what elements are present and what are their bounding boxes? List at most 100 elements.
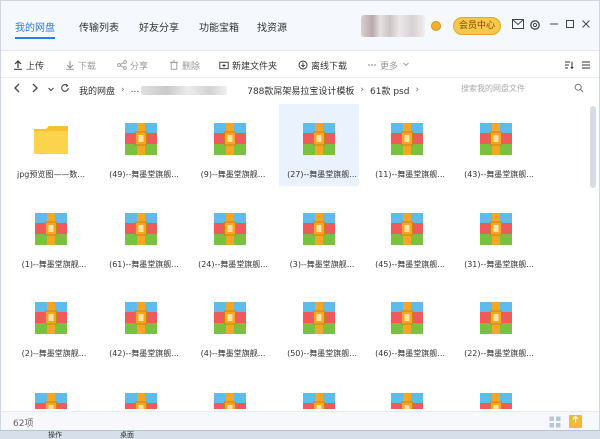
tab-find-resources[interactable]: 找资源 [257, 19, 287, 39]
breadcrumb-separator-icon: › [121, 85, 125, 95]
archive-file-icon [122, 299, 160, 337]
download-icon [65, 60, 75, 70]
tab-friend-share[interactable]: 好友分享 [139, 19, 179, 39]
file-item[interactable]: (50)--舞墨堂旗舰... [279, 283, 359, 365]
forward-icon[interactable] [29, 83, 41, 97]
file-item[interactable]: (27)--舞墨堂旗舰... [279, 104, 359, 186]
folder-item[interactable]: jpg预览图——数... [11, 104, 91, 186]
close-icon[interactable] [579, 19, 593, 33]
file-item[interactable]: (9)--舞墨堂旗舰... [190, 104, 270, 186]
chevron-down-icon [401, 60, 411, 70]
archive-file-icon [300, 299, 338, 337]
archive-file-icon [211, 210, 249, 248]
file-name: (11)--舞墨堂旗舰... [375, 170, 445, 179]
tab-toolbox[interactable]: 功能宝箱 [199, 19, 239, 39]
member-center-button[interactable]: 会员中心 [453, 17, 501, 35]
delete-button[interactable]: 删除 [169, 58, 200, 72]
archive-file-icon [211, 299, 249, 337]
file-grid: jpg预览图——数... (49)--舞墨堂旗舰... (9)--舞墨堂旗舰... (… [1, 104, 599, 409]
file-item[interactable]: (61)--舞墨堂旗舰... [101, 194, 181, 276]
delete-label: 删除 [182, 61, 201, 72]
file-item[interactable]: (31)--舞墨堂旗舰... [456, 194, 536, 276]
netdisk-window: 我的网盘 传输列表 好友分享 功能宝箱 找资源 会员中心 上传 下载 分享 删除… [0, 0, 600, 439]
tab-my-netdisk[interactable]: 我的网盘 [15, 19, 55, 39]
upload-button[interactable]: 上传 [13, 58, 44, 72]
thumbnail-view-icon[interactable] [549, 416, 561, 428]
taskbar: 操作 桌面 [0, 430, 600, 439]
list-view-button[interactable] [581, 58, 591, 72]
minimize-icon[interactable] [547, 19, 561, 33]
archive-file-icon [477, 299, 515, 337]
breadcrumb: 我的网盘 › ... 788款屌架易拉宝设计模板 › 61款 psd › [79, 83, 425, 97]
settings-icon[interactable] [528, 19, 542, 33]
vertical-scrollbar[interactable] [589, 104, 597, 409]
file-item[interactable]: (24)--舞墨堂旗舰... [190, 194, 270, 276]
breadcrumb-parent[interactable]: 788款屌架易拉宝设计模板 [247, 84, 354, 97]
file-item[interactable] [367, 374, 447, 409]
new-folder-icon [219, 60, 229, 70]
archive-file-icon [477, 210, 515, 248]
back-icon[interactable] [11, 83, 23, 97]
breadcrumb-current[interactable]: 61款 psd [370, 84, 409, 97]
download-label: 下载 [78, 61, 97, 72]
archive-file-icon [477, 390, 515, 409]
file-name: (24)--舞墨堂旗舰... [198, 260, 268, 269]
download-button[interactable]: 下载 [65, 58, 96, 72]
breadcrumb-blurred-segment [141, 85, 228, 95]
file-item[interactable]: (3)--舞墨堂旗舰... [279, 194, 359, 276]
file-name: (49)--舞墨堂旗舰... [109, 170, 179, 179]
sort-button[interactable] [564, 58, 574, 72]
file-item[interactable]: (46)--舞墨堂旗舰... [367, 283, 447, 365]
more-button[interactable]: 更多 [367, 58, 411, 72]
file-item[interactable]: (1)--舞墨堂旗舰... [11, 194, 91, 276]
taskbar-item[interactable]: 桌面 [120, 431, 134, 439]
trash-icon [169, 60, 179, 70]
archive-file-icon [122, 120, 160, 158]
archive-file-icon [388, 299, 426, 337]
file-name: jpg预览图——数... [16, 170, 85, 179]
file-item[interactable]: (42)--舞墨堂旗舰... [101, 283, 181, 365]
search-input[interactable]: 搜索我的网盘文件 [461, 83, 525, 94]
vip-badge-icon [431, 21, 441, 31]
file-name: (2)--舞墨堂旗舰... [21, 349, 87, 358]
archive-file-icon [388, 390, 426, 409]
tab-transfer-list[interactable]: 传输列表 [79, 19, 119, 39]
archive-file-icon [300, 120, 338, 158]
offline-download-button[interactable]: 离线下载 [298, 58, 347, 72]
file-item[interactable]: (43)--舞墨堂旗舰... [456, 104, 536, 186]
file-name: (9)--舞墨堂旗舰... [200, 170, 266, 179]
mail-icon[interactable] [511, 19, 525, 33]
avatar[interactable] [361, 15, 425, 37]
maximize-icon[interactable] [563, 19, 577, 33]
file-item[interactable]: (11)--舞墨堂旗舰... [367, 104, 447, 186]
toolbar: 上传 下载 分享 删除 新建文件夹 离线下载 更多 [1, 52, 599, 78]
file-item[interactable] [190, 374, 270, 409]
file-item[interactable] [279, 374, 359, 409]
breadcrumb-root[interactable]: 我的网盘 [79, 84, 115, 97]
file-name: (45)--舞墨堂旗舰... [375, 260, 445, 269]
file-item[interactable]: (22)--舞墨堂旗舰... [456, 283, 536, 365]
file-item[interactable] [11, 374, 91, 409]
upload-label: 上传 [26, 61, 45, 72]
upload-up-icon[interactable] [569, 415, 582, 428]
file-item[interactable] [456, 374, 536, 409]
archive-file-icon [388, 120, 426, 158]
upload-icon [13, 60, 23, 70]
file-name: (27)--舞墨堂旗舰... [287, 170, 357, 179]
breadcrumb-ellipsis[interactable]: ... [131, 85, 140, 95]
file-item[interactable]: (4)--舞墨堂旗舰... [190, 283, 270, 365]
file-item[interactable]: (2)--舞墨堂旗舰... [11, 283, 91, 365]
scrollbar-thumb[interactable] [590, 106, 596, 188]
list-view-icon [581, 60, 591, 70]
file-item[interactable] [101, 374, 181, 409]
search-icon[interactable] [573, 83, 585, 97]
file-name: (42)--舞墨堂旗舰... [109, 349, 179, 358]
file-item[interactable]: (45)--舞墨堂旗舰... [367, 194, 447, 276]
taskbar-item[interactable]: 操作 [48, 431, 62, 439]
dropdown-icon[interactable] [45, 83, 57, 97]
refresh-icon[interactable] [59, 83, 71, 97]
share-button[interactable]: 分享 [117, 58, 148, 72]
item-count: 62项 [13, 419, 34, 429]
file-item[interactable]: (49)--舞墨堂旗舰... [101, 104, 181, 186]
new-folder-button[interactable]: 新建文件夹 [219, 58, 277, 72]
